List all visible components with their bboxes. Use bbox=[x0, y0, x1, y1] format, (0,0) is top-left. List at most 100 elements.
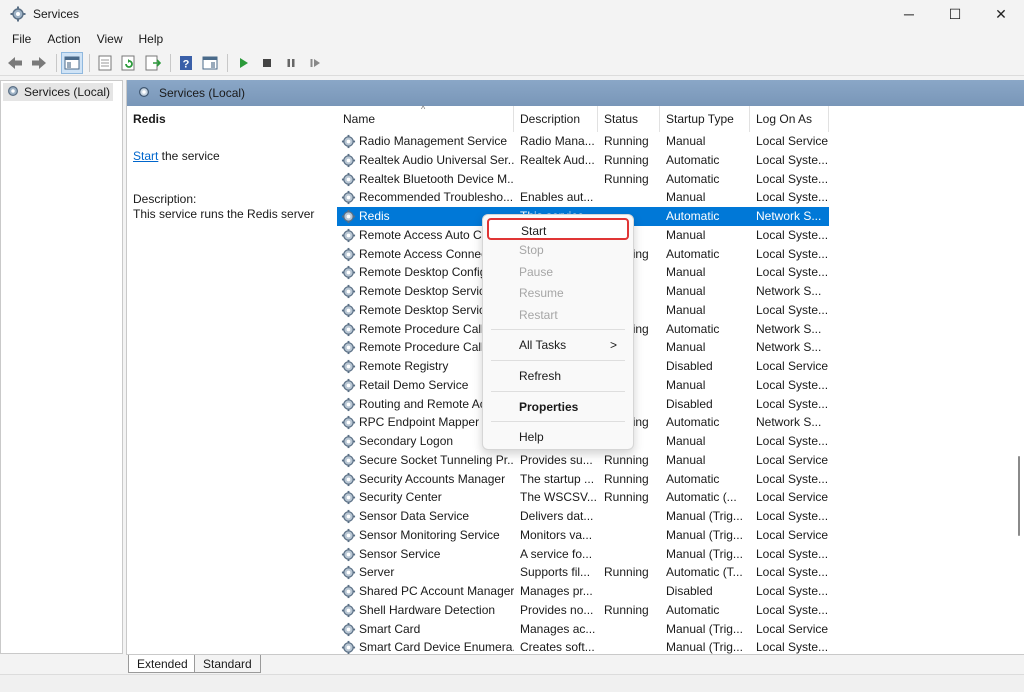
services-gear-icon bbox=[6, 84, 20, 101]
table-row[interactable]: Realtek Audio Universal Ser... Realtek Au… bbox=[337, 151, 829, 170]
service-gear-icon bbox=[341, 453, 356, 468]
show-action-pane-icon[interactable] bbox=[199, 52, 221, 74]
context-menu-item-help[interactable]: Help bbox=[487, 426, 629, 448]
service-status-cell bbox=[604, 545, 660, 564]
export-list-icon[interactable] bbox=[142, 52, 164, 74]
vertical-scrollbar[interactable] bbox=[1014, 106, 1024, 654]
context-menu-item-refresh[interactable]: Refresh bbox=[487, 365, 629, 387]
table-row[interactable]: Sensor Monitoring Service Monitors va... M… bbox=[337, 526, 829, 545]
description-text: This service runs the Redis server bbox=[133, 207, 315, 221]
context-menu-separator bbox=[491, 421, 625, 422]
menu-view[interactable]: View bbox=[89, 32, 131, 46]
service-description-cell: Radio Mana... bbox=[520, 134, 595, 148]
table-row[interactable]: Sensor Data Service Delivers dat... Manual… bbox=[337, 507, 829, 526]
table-row[interactable]: Recommended Troublesho... Enables aut... M… bbox=[337, 188, 829, 207]
service-status-cell: Running bbox=[604, 134, 649, 148]
table-row[interactable]: Realtek Bluetooth Device M... Running Auto… bbox=[337, 170, 829, 189]
console-tree: Services (Local) bbox=[0, 80, 123, 654]
close-button[interactable]: ✕ bbox=[978, 0, 1024, 28]
table-row[interactable]: Secure Socket Tunneling Pr... Provides su… bbox=[337, 451, 829, 470]
service-startup-type-cell: Manual (Trig... bbox=[666, 527, 743, 542]
help-icon[interactable]: ? bbox=[175, 52, 197, 74]
service-log-on-as-cell: Network S... bbox=[756, 284, 822, 298]
toolbar: ? bbox=[0, 50, 1024, 76]
menu-help[interactable]: Help bbox=[131, 32, 172, 46]
service-name-cell: Sensor Monitoring Service bbox=[359, 527, 500, 542]
properties-sheet-icon[interactable] bbox=[94, 52, 116, 74]
tab-extended[interactable]: Extended bbox=[128, 655, 197, 673]
toolbar-separator bbox=[170, 53, 171, 72]
selected-service-name: Redis bbox=[133, 112, 166, 126]
service-description-cell: Monitors va... bbox=[520, 527, 593, 542]
pane-header-title: Services (Local) bbox=[159, 86, 246, 100]
service-description-cell: Enables aut... bbox=[520, 190, 594, 205]
service-status-cell: Running bbox=[604, 565, 649, 580]
column-header-log-on-as[interactable]: Log On As bbox=[750, 106, 829, 132]
service-log-on-as-cell: Local Syste... bbox=[756, 396, 829, 411]
table-row[interactable]: Security Accounts Manager The startup ...… bbox=[337, 470, 829, 489]
table-row[interactable]: Radio Management Service Radio Mana... Run… bbox=[337, 132, 829, 151]
service-description-cell: Realtek Aud... bbox=[520, 152, 595, 167]
title-bar: Services ─ ☐ ✕ bbox=[0, 0, 1024, 28]
pause-service-icon[interactable] bbox=[280, 52, 302, 74]
service-startup-type-cell: Manual bbox=[666, 190, 706, 205]
service-description-cell: The startup ... bbox=[520, 471, 595, 486]
context-menu-item-properties[interactable]: Properties bbox=[487, 396, 629, 418]
description-label: Description: bbox=[133, 192, 197, 206]
show-hide-console-tree-icon[interactable] bbox=[61, 51, 83, 74]
start-service-icon[interactable] bbox=[232, 52, 254, 74]
service-gear-icon bbox=[341, 134, 356, 149]
stop-service-icon[interactable] bbox=[256, 52, 278, 74]
column-header-name[interactable]: Name ^ bbox=[337, 104, 514, 132]
service-status-cell: Running bbox=[604, 452, 649, 467]
column-header-label: Log On As bbox=[756, 112, 813, 126]
service-log-on-as-cell: Local Syste... bbox=[756, 565, 829, 580]
service-startup-type-cell: Automatic bbox=[666, 171, 720, 186]
minimize-button[interactable]: ─ bbox=[886, 0, 932, 28]
context-menu-item-resume: Resume bbox=[487, 282, 629, 304]
sort-ascending-icon: ^ bbox=[421, 104, 426, 114]
service-gear-icon bbox=[341, 359, 356, 374]
table-row[interactable]: Server Supports fil... Running Automatic (T… bbox=[337, 563, 829, 582]
service-log-on-as-cell: Local Syste... bbox=[756, 602, 829, 617]
table-row[interactable]: Shared PC Account Manager Manages pr... Di… bbox=[337, 582, 829, 601]
service-log-on-as-cell: Network S... bbox=[756, 340, 822, 355]
start-service-suffix: the service bbox=[158, 149, 220, 163]
column-header-label: Startup Type bbox=[666, 112, 734, 126]
menu-file[interactable]: File bbox=[4, 32, 39, 46]
start-service-link[interactable]: Start bbox=[133, 149, 158, 163]
service-gear-icon bbox=[341, 153, 356, 168]
table-row[interactable]: Security Center The WSCSV... Running Automa… bbox=[337, 488, 829, 507]
column-header-status[interactable]: Status bbox=[598, 106, 660, 132]
service-log-on-as-cell: Local Service bbox=[756, 527, 829, 542]
service-log-on-as-cell: Local Service bbox=[756, 490, 829, 505]
service-startup-type-cell: Automatic bbox=[666, 471, 720, 486]
table-row[interactable]: Smart Card Manages ac... Manual (Trig... Lo… bbox=[337, 620, 829, 639]
refresh-icon[interactable] bbox=[118, 52, 140, 74]
service-log-on-as-cell: Local Syste... bbox=[756, 471, 829, 486]
service-name-cell: Realtek Audio Universal Ser... bbox=[359, 152, 514, 167]
menu-action[interactable]: Action bbox=[39, 32, 88, 46]
service-startup-type-cell: Automatic bbox=[666, 246, 720, 261]
maximize-button[interactable]: ☐ bbox=[932, 0, 978, 28]
table-row[interactable]: Sensor Service A service fo... Manual (Tri… bbox=[337, 545, 829, 564]
service-log-on-as-cell: Local Syste... bbox=[756, 509, 829, 523]
context-menu: Start Stop Pause Resume Restart All Tasks > Ref… bbox=[482, 214, 634, 450]
tree-item-services-local[interactable]: Services (Local) bbox=[3, 83, 114, 101]
forward-arrow-icon[interactable] bbox=[28, 52, 50, 74]
context-menu-item-label: Pause bbox=[519, 265, 554, 279]
context-menu-item-start[interactable]: Start bbox=[487, 218, 629, 240]
column-header-startup-type[interactable]: Startup Type bbox=[660, 106, 750, 132]
service-startup-type-cell: Manual bbox=[666, 452, 706, 467]
restart-service-icon[interactable] bbox=[304, 52, 326, 74]
service-gear-icon bbox=[341, 415, 356, 430]
context-menu-item-all-tasks[interactable]: All Tasks > bbox=[487, 334, 629, 356]
service-log-on-as-cell: Local Syste... bbox=[756, 265, 829, 280]
service-description-cell: Supports fil... bbox=[520, 565, 591, 580]
tab-standard[interactable]: Standard bbox=[194, 655, 261, 673]
table-row[interactable]: Shell Hardware Detection Provides no... Ru… bbox=[337, 601, 829, 620]
column-header-description[interactable]: Description bbox=[514, 106, 598, 132]
service-log-on-as-cell: Local Syste... bbox=[756, 546, 829, 561]
scrollbar-thumb[interactable] bbox=[1018, 456, 1020, 536]
back-arrow-icon[interactable] bbox=[4, 52, 26, 74]
